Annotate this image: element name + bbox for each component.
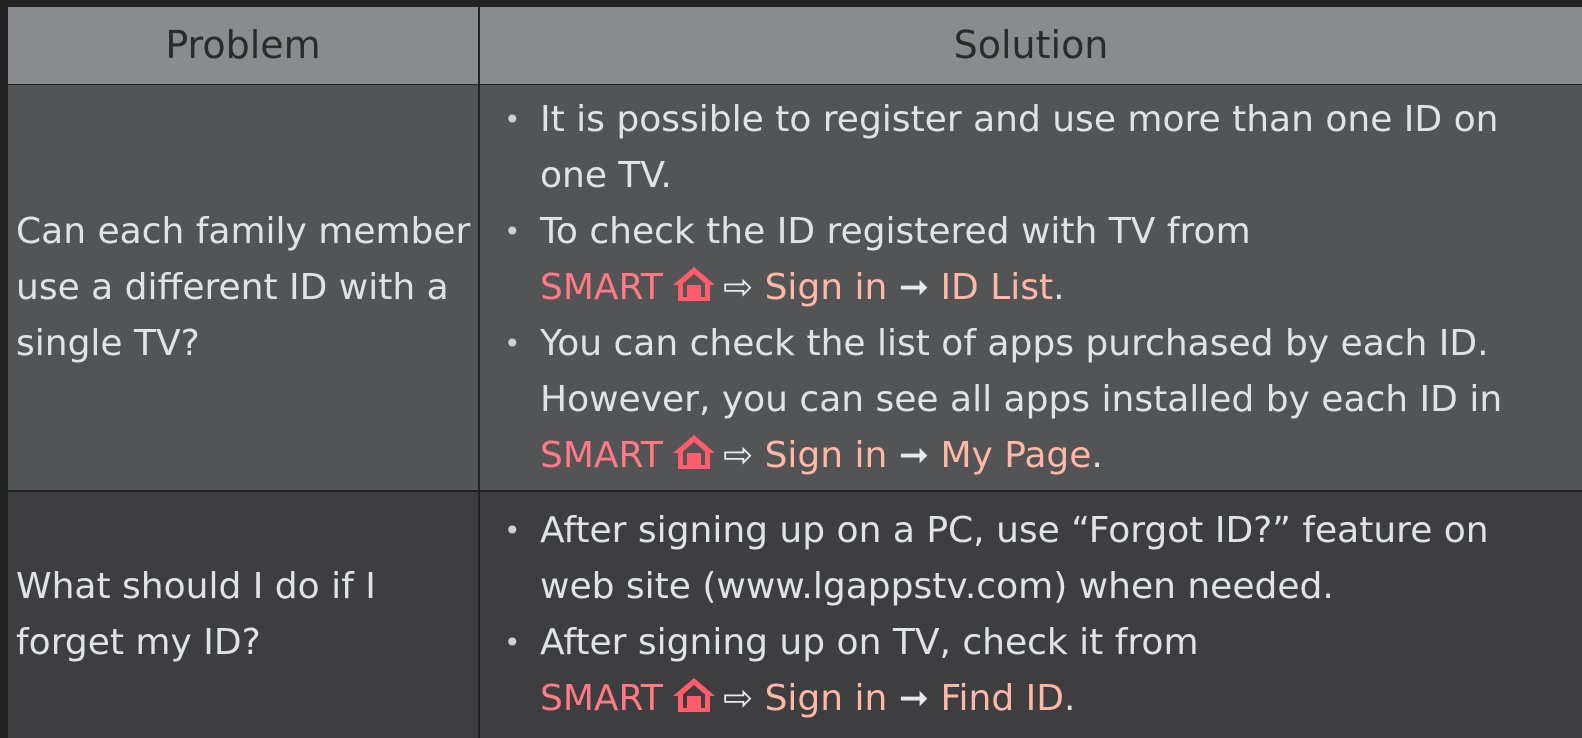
smart-label: SMART xyxy=(540,678,663,719)
path-arrow: ⇨ xyxy=(722,266,754,308)
home-icon xyxy=(672,266,715,301)
problem-text: What should I do if I forget my ID? xyxy=(16,566,376,663)
bullet-icon: • xyxy=(504,626,521,659)
path-arrow: ⇨ xyxy=(722,678,754,719)
solution-cell: • It is possible to register and use mor… xyxy=(480,85,1582,490)
menu-item-sign-in: Sign in xyxy=(764,678,888,719)
solution-text: After signing up on a PC, use “Forgot ID… xyxy=(540,510,1489,607)
menu-item-sign-in: Sign in xyxy=(764,434,888,476)
smart-label: SMART xyxy=(540,266,663,308)
solution-text: After signing up on TV, check it from xyxy=(540,622,1199,663)
solution-item: • After signing up on TV, check it from … xyxy=(504,615,1574,727)
problem-cell: What should I do if I forget my ID? xyxy=(8,492,478,738)
path-arrow: ⇨ xyxy=(722,434,754,476)
solution-cell: • After signing up on a PC, use “Forgot … xyxy=(480,492,1582,738)
path-arrow: ➞ xyxy=(898,266,929,308)
menu-item-target: Find ID xyxy=(940,678,1064,719)
path-period: . xyxy=(1053,266,1065,308)
path-period: . xyxy=(1091,434,1103,476)
solution-text: It is possible to register and use more … xyxy=(540,98,1499,196)
solution-item: • It is possible to register and use mor… xyxy=(504,92,1574,204)
bullet-icon: • xyxy=(504,214,521,248)
problem-text: Can each family member use a different I… xyxy=(16,210,471,364)
solution-list: • It is possible to register and use mor… xyxy=(504,92,1574,484)
bullet-icon: • xyxy=(504,102,521,136)
bullet-icon: • xyxy=(504,326,521,360)
solution-text: To check the ID registered with TV from xyxy=(540,210,1251,252)
home-icon xyxy=(672,678,715,712)
problem-cell: Can each family member use a different I… xyxy=(8,85,478,490)
table-row: Can each family member use a different I… xyxy=(8,85,1582,490)
path-arrow: ➞ xyxy=(898,678,929,719)
path-period: . xyxy=(1063,678,1076,719)
menu-item-target: ID List xyxy=(940,266,1054,308)
troubleshooting-table: Problem Solution Can each family member … xyxy=(8,7,1582,738)
menu-item-target: My Page xyxy=(940,434,1092,476)
table-header-row: Problem Solution xyxy=(8,7,1582,84)
solution-text: You can check the list of apps purchased… xyxy=(540,322,1503,420)
smart-label: SMART xyxy=(540,434,663,476)
problem-column-header: Problem xyxy=(8,7,478,84)
solution-item: • To check the ID registered with TV fro… xyxy=(504,204,1574,316)
solution-column-header: Solution xyxy=(480,7,1582,84)
menu-item-sign-in: Sign in xyxy=(764,266,888,308)
solution-list: • After signing up on a PC, use “Forgot … xyxy=(504,503,1574,727)
table-row: What should I do if I forget my ID? • Af… xyxy=(8,492,1582,738)
bullet-icon: • xyxy=(504,514,521,547)
path-arrow: ➞ xyxy=(898,434,929,476)
solution-item: • After signing up on a PC, use “Forgot … xyxy=(504,503,1574,615)
solution-item: • You can check the list of apps purchas… xyxy=(504,316,1574,484)
home-icon xyxy=(672,434,715,469)
